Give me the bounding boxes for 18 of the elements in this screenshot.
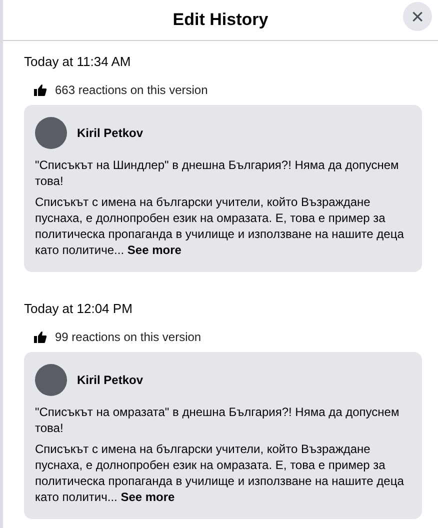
author-name: Kiril Petkov (77, 126, 144, 140)
post-headline: "Списъкът на омразата" в днешна България?! Няма да допуснем това! (35, 404, 400, 436)
thumbs-up-icon (34, 331, 47, 343)
reactions-count: 99 reactions on this version (55, 330, 202, 344)
version-time: Today at 12:04 PM (24, 301, 132, 316)
avatar (35, 117, 67, 149)
thumbs-up-icon (34, 84, 47, 96)
reactions-count: 663 reactions on this version (55, 83, 208, 97)
see-more-link[interactable]: See more (120, 490, 175, 504)
version-time: Today at 11:34 AM (24, 54, 131, 69)
see-more-link[interactable]: See more (127, 243, 182, 257)
post-text: Списъкът с имена на български учители, който Възраждане пуснаха, е долнопробен език на омразата. Е, това е пример за политическа пропаганда в училище и използване на нашите деца като политич... See more (35, 441, 405, 505)
author-name: Kiril Petkov (77, 373, 144, 387)
avatar (35, 364, 67, 396)
dialog-title: Edit History (172, 10, 268, 30)
close-button[interactable]: × (403, 2, 432, 31)
post-headline: "Списъкът на Шиндлер" в днешна България?! Няма да допуснем това! (35, 157, 400, 189)
post-text: Списъкът с имена на български учители, който Възраждане пуснаха, е долнопробен език на омразата. Е, това е пример за политическа пропаганда в училище и използване на нашите деца като политиче... See more (35, 194, 405, 258)
